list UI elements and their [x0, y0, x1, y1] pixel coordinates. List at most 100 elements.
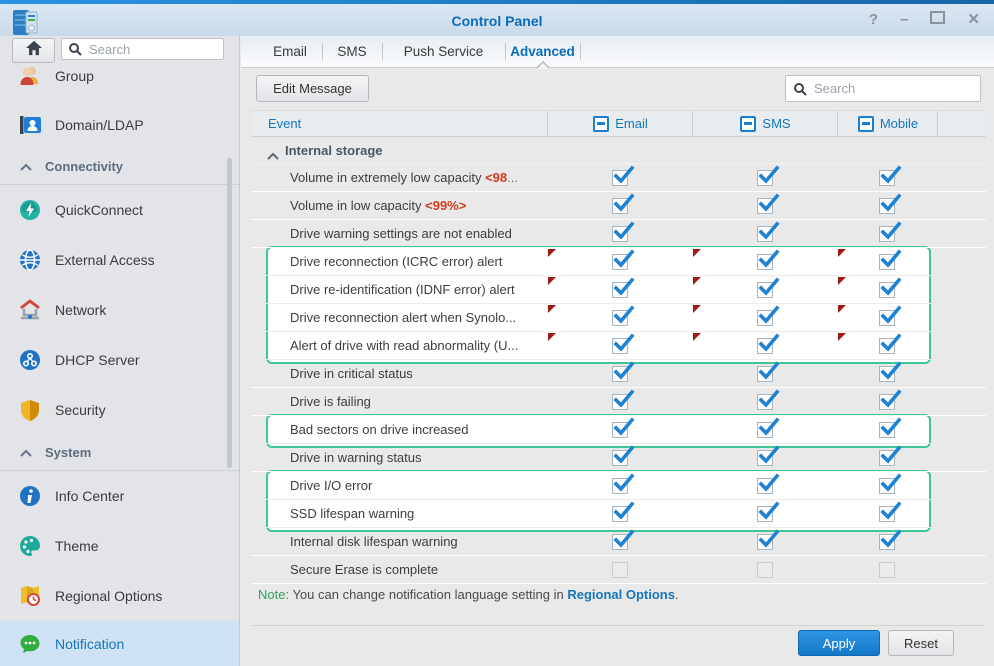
mobile-checkbox[interactable]	[879, 254, 895, 270]
email-checkbox[interactable]	[612, 534, 628, 550]
email-checkbox[interactable]	[612, 394, 628, 410]
sidebar-section-connectivity[interactable]: Connectivity	[0, 149, 239, 185]
table-row[interactable]: Alert of drive with read abnormality (U.…	[251, 332, 986, 360]
email-checkbox[interactable]	[612, 450, 628, 466]
email-checkbox[interactable]	[612, 338, 628, 354]
sms-checkbox[interactable]	[757, 170, 773, 186]
mobile-checkbox[interactable]	[879, 338, 895, 354]
sidebar-item-theme[interactable]: Theme	[0, 521, 239, 571]
table-row[interactable]: Volume in extremely low capacity <98...	[251, 164, 986, 192]
sms-checkbox[interactable]	[757, 422, 773, 438]
table-row[interactable]: Drive in warning status	[251, 444, 986, 472]
mobile-checkbox[interactable]	[879, 198, 895, 214]
mobile-checkbox[interactable]	[879, 310, 895, 326]
sidebar-section-system[interactable]: System	[0, 435, 239, 471]
sidebar-item-regional-options[interactable]: Regional Options	[0, 571, 239, 621]
sidebar-item-quickconnect[interactable]: QuickConnect	[0, 185, 239, 235]
table-row[interactable]: Drive in critical status	[251, 360, 986, 388]
help-icon[interactable]: ?	[869, 10, 878, 30]
sidebar-item-dhcp-server[interactable]: DHCP Server	[0, 335, 239, 385]
edit-message-button[interactable]: Edit Message	[256, 75, 369, 102]
email-checkbox[interactable]	[612, 506, 628, 522]
sidebar-item-domain-ldap[interactable]: Domain/LDAP	[0, 100, 239, 149]
sms-checkbox[interactable]	[757, 226, 773, 242]
table-row[interactable]: Drive re-identification (IDNF error) ale…	[251, 276, 986, 304]
mobile-checkbox[interactable]	[879, 170, 895, 186]
sidebar-item-network[interactable]: Network	[0, 285, 239, 335]
table-row[interactable]: Drive reconnection (ICRC error) alert	[251, 248, 986, 276]
email-checkbox[interactable]	[612, 562, 628, 578]
table-search-input[interactable]	[812, 80, 980, 97]
indeterminate-checkbox-sms[interactable]	[740, 116, 756, 132]
email-checkbox[interactable]	[612, 422, 628, 438]
mobile-checkbox[interactable]	[879, 534, 895, 550]
sidebar-item-info-center[interactable]: Info Center	[0, 471, 239, 521]
mobile-checkbox[interactable]	[879, 506, 895, 522]
sidebar-item-notification[interactable]: Notification	[0, 621, 239, 666]
group-row-internal-storage[interactable]: Internal storage	[251, 137, 986, 164]
sms-checkbox[interactable]	[757, 282, 773, 298]
table-row[interactable]: Drive warning settings are not enabled	[251, 220, 986, 248]
close-icon[interactable]: ✕	[967, 10, 980, 30]
sms-checkbox[interactable]	[757, 478, 773, 494]
apply-button[interactable]: Apply	[798, 630, 880, 656]
sms-checkbox[interactable]	[757, 534, 773, 550]
sidebar-item-label: Theme	[55, 538, 99, 554]
table-row[interactable]: Drive reconnection alert when Synolo...	[251, 304, 986, 332]
table-row[interactable]: Bad sectors on drive increased	[251, 416, 986, 444]
email-checkbox[interactable]	[612, 254, 628, 270]
email-checkbox[interactable]	[612, 170, 628, 186]
sidebar-item-security[interactable]: Security	[0, 385, 239, 435]
email-checkbox[interactable]	[612, 366, 628, 382]
collapse-chevron-icon[interactable]	[267, 147, 279, 165]
email-checkbox[interactable]	[612, 478, 628, 494]
sms-checkbox[interactable]	[757, 450, 773, 466]
table-row[interactable]: Drive is failing	[251, 388, 986, 416]
sms-checkbox[interactable]	[757, 506, 773, 522]
regional-options-link[interactable]: Regional Options	[567, 587, 675, 602]
table-row[interactable]: SSD lifespan warning	[251, 500, 986, 528]
sms-checkbox[interactable]	[757, 310, 773, 326]
sidebar-item-group[interactable]: Group	[0, 51, 239, 100]
indeterminate-checkbox-email[interactable]	[593, 116, 609, 132]
email-checkbox[interactable]	[612, 198, 628, 214]
sms-checkbox[interactable]	[757, 338, 773, 354]
titlebar[interactable]: Control Panel ? – ✕	[0, 4, 994, 36]
column-header-event[interactable]: Event	[268, 111, 301, 136]
maximize-icon[interactable]	[930, 10, 945, 30]
column-header-mobile[interactable]: Mobile	[837, 111, 938, 136]
column-header-sms[interactable]: SMS	[692, 111, 838, 136]
sms-checkbox[interactable]	[757, 254, 773, 270]
table-row[interactable]: Drive I/O error	[251, 472, 986, 500]
email-checkbox[interactable]	[612, 310, 628, 326]
tab-email[interactable]: Email	[258, 36, 322, 67]
sidebar-item-external-access[interactable]: External Access	[0, 235, 239, 285]
sms-checkbox[interactable]	[757, 562, 773, 578]
indeterminate-checkbox-mobile[interactable]	[858, 116, 874, 132]
table-row[interactable]: Volume in low capacity <99%>	[251, 192, 986, 220]
mobile-checkbox[interactable]	[879, 478, 895, 494]
mobile-checkbox[interactable]	[879, 450, 895, 466]
mobile-checkbox[interactable]	[879, 394, 895, 410]
tab-sms[interactable]: SMS	[322, 36, 382, 67]
table-row[interactable]: Secure Erase is complete	[251, 556, 986, 584]
minimize-icon[interactable]: –	[900, 10, 908, 30]
sms-checkbox[interactable]	[757, 198, 773, 214]
email-checkbox[interactable]	[612, 226, 628, 242]
mobile-checkbox[interactable]	[879, 282, 895, 298]
table-search-box[interactable]	[785, 75, 981, 102]
sidebar-scrollbar[interactable]	[227, 158, 232, 468]
mobile-checkbox[interactable]	[879, 422, 895, 438]
table-row[interactable]: Internal disk lifespan warning	[251, 528, 986, 556]
mobile-checkbox[interactable]	[879, 366, 895, 382]
sidebar-section-label: System	[45, 445, 91, 460]
tab-push-service[interactable]: Push Service	[382, 36, 505, 67]
sms-checkbox[interactable]	[757, 394, 773, 410]
mobile-checkbox[interactable]	[879, 226, 895, 242]
mobile-checkbox[interactable]	[879, 562, 895, 578]
column-header-email[interactable]: Email	[547, 111, 693, 136]
reset-button[interactable]: Reset	[888, 630, 954, 656]
changed-marker-icon	[693, 333, 701, 341]
email-checkbox[interactable]	[612, 282, 628, 298]
sms-checkbox[interactable]	[757, 366, 773, 382]
